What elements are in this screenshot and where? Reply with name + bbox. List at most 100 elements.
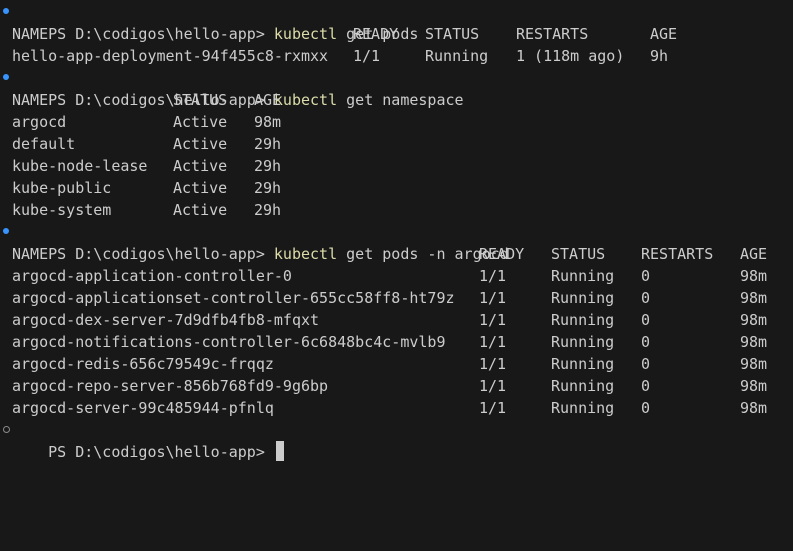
namespace-status: Active	[173, 113, 228, 131]
command-args: get namespace	[337, 91, 464, 109]
pod-name: argocd-repo-server-856b768fd9-9g6bp	[12, 377, 329, 395]
pod-status: Running	[551, 377, 615, 395]
header-name: NAME	[12, 25, 49, 43]
table-row: argocd Active 98m	[12, 111, 281, 133]
namespace-status: Active	[173, 179, 228, 197]
pod-name: argocd-application-controller-0	[12, 267, 292, 285]
prompt-text: PS D:\codigos\hello-app>	[48, 245, 274, 263]
command-line: PS D:\codigos\hello-app> kubectl get nam…	[3, 67, 464, 109]
pod-name: argocd-redis-656c79549c-frqqz	[12, 355, 274, 373]
namespace-name: argocd	[12, 113, 67, 131]
pod-ready: 1/1	[479, 355, 507, 373]
command-success-icon[interactable]	[3, 8, 9, 14]
command-name: kubectl	[273, 25, 338, 43]
pod-status: Running	[551, 399, 615, 417]
namespace-status: Active	[173, 135, 228, 153]
command-line: PS D:\codigos\hello-app> kubectl get pod…	[3, 221, 509, 263]
command-success-icon[interactable]	[3, 74, 9, 80]
pod-ready: 1/1	[353, 47, 381, 65]
command-line: PS D:\codigos\hello-app> kubectl get pod…	[3, 1, 418, 43]
namespace-age: 29h	[254, 157, 282, 175]
header-age: AGE	[650, 25, 678, 43]
header-status: STATUS	[551, 245, 606, 263]
table-header: NAME READY STATUS RESTARTS AGE	[12, 23, 677, 45]
namespace-age: 29h	[254, 201, 282, 219]
pod-restarts: 0	[641, 399, 651, 417]
header-status: STATUS	[425, 25, 480, 43]
pod-age: 98m	[740, 267, 768, 285]
pod-status: Running	[425, 47, 489, 65]
pod-age: 98m	[740, 399, 768, 417]
pod-restarts: 0	[641, 311, 651, 329]
active-prompt-line[interactable]: PS D:\codigos\hello-app>	[3, 419, 284, 461]
namespace-name: kube-public	[12, 179, 112, 197]
namespace-age: 29h	[254, 135, 282, 153]
table-row: argocd-applicationset-controller-655cc58…	[12, 287, 767, 309]
pod-name: argocd-applicationset-controller-655cc58…	[12, 289, 455, 307]
prompt-text: PS D:\codigos\hello-app>	[48, 25, 274, 43]
pod-ready: 1/1	[479, 267, 507, 285]
command-name: kubectl	[273, 245, 338, 263]
pod-restarts: 0	[641, 355, 651, 373]
pod-restarts: 0	[641, 333, 651, 351]
pod-age: 9h	[650, 47, 669, 65]
table-row: argocd-server-99c485944-pfnlq 1/1 Runnin…	[12, 397, 767, 419]
pod-status: Running	[551, 355, 615, 373]
pod-status: Running	[551, 289, 615, 307]
pod-name: argocd-dex-server-7d9dfb4fb8-mfqxt	[12, 311, 320, 329]
pod-name: argocd-notifications-controller-6c6848bc…	[12, 333, 446, 351]
namespace-name: kube-node-lease	[12, 157, 148, 175]
pod-ready: 1/1	[479, 399, 507, 417]
namespace-status: Active	[173, 157, 228, 175]
prompt-text: PS D:\codigos\hello-app>	[48, 91, 274, 109]
table-row: default Active 29h	[12, 133, 281, 155]
prompt-text: PS D:\codigos\hello-app>	[48, 443, 274, 461]
pod-age: 98m	[740, 377, 768, 395]
table-row: kube-system Active 29h	[12, 199, 281, 221]
namespace-name: default	[12, 135, 76, 153]
pod-age: 98m	[740, 333, 768, 351]
pod-restarts: 0	[641, 267, 651, 285]
text-cursor[interactable]	[275, 441, 284, 461]
header-name: NAME	[12, 91, 49, 109]
table-row: kube-public Active 29h	[12, 177, 281, 199]
header-age: AGE	[740, 245, 768, 263]
table-row: hello-app-deployment-94f455c8-rxmxx 1/1 …	[12, 45, 668, 67]
table-row: argocd-repo-server-856b768fd9-9g6bp 1/1 …	[12, 375, 767, 397]
header-name: NAME	[12, 245, 49, 263]
pod-age: 98m	[740, 311, 768, 329]
terminal-window[interactable]: PS D:\codigos\hello-app> kubectl get pod…	[0, 0, 793, 461]
namespace-age: 98m	[254, 113, 282, 131]
header-ready: READY	[479, 245, 525, 263]
header-restarts: RESTARTS	[641, 245, 714, 263]
command-success-icon[interactable]	[3, 228, 9, 234]
pod-ready: 1/1	[479, 333, 507, 351]
namespace-age: 29h	[254, 179, 282, 197]
pod-name: hello-app-deployment-94f455c8-rxmxx	[12, 47, 329, 65]
namespace-status: Active	[173, 201, 228, 219]
pod-ready: 1/1	[479, 377, 507, 395]
pod-status: Running	[551, 267, 615, 285]
pod-restarts: 0	[641, 377, 651, 395]
table-row: kube-node-lease Active 29h	[12, 155, 281, 177]
header-age: AGE	[254, 91, 282, 109]
header-status: STATUS	[173, 91, 228, 109]
pod-ready: 1/1	[479, 289, 507, 307]
namespace-name: kube-system	[12, 201, 112, 219]
pod-status: Running	[551, 311, 615, 329]
table-header: NAME STATUS AGE	[12, 89, 281, 111]
prompt-pending-icon	[3, 426, 10, 433]
pod-age: 98m	[740, 355, 768, 373]
header-restarts: RESTARTS	[516, 25, 589, 43]
pod-restarts: 0	[641, 289, 651, 307]
pod-ready: 1/1	[479, 311, 507, 329]
header-ready: READY	[353, 25, 399, 43]
table-row: argocd-dex-server-7d9dfb4fb8-mfqxt 1/1 R…	[12, 309, 767, 331]
table-header: NAME READY STATUS RESTARTS AGE	[12, 243, 767, 265]
pod-name: argocd-server-99c485944-pfnlq	[12, 399, 274, 417]
table-row: argocd-application-controller-0 1/1 Runn…	[12, 265, 767, 287]
command-name: kubectl	[273, 91, 338, 109]
pod-restarts: 1 (118m ago)	[516, 47, 625, 65]
pod-age: 98m	[740, 289, 768, 307]
pod-status: Running	[551, 333, 615, 351]
